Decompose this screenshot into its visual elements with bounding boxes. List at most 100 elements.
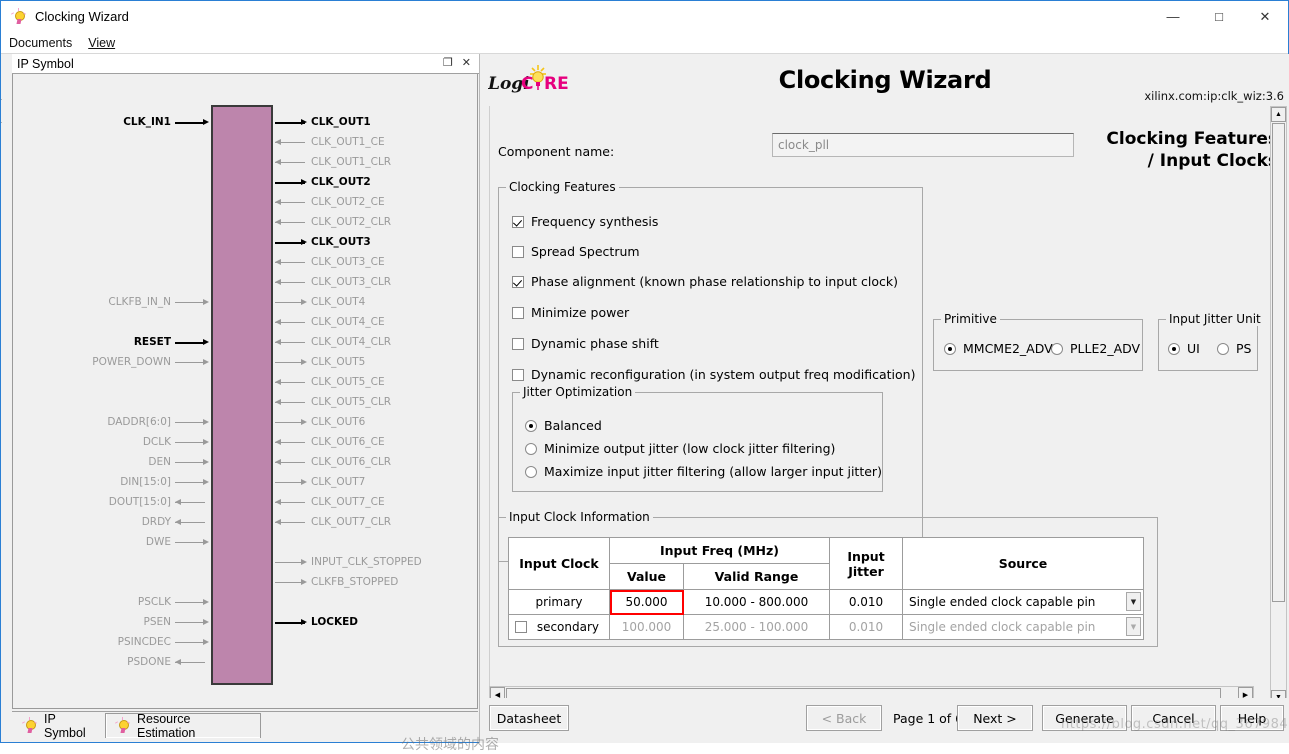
cell-input-freq-value: 100.000 <box>609 614 684 640</box>
checkbox-phase-alignment[interactable]: Phase alignment (known phase relationshi… <box>512 274 898 289</box>
chevron-down-icon[interactable]: ▼ <box>1126 592 1141 611</box>
watermark-cjk: 公共领域的内容 <box>401 736 499 752</box>
cell-source[interactable]: Single ended clock capable pin ▼ <box>902 589 1144 615</box>
close-button[interactable]: ✕ <box>1242 1 1288 32</box>
table-row[interactable]: secondary 100.000 25.000 - 100.000 0.010… <box>508 614 1144 640</box>
back-button[interactable]: < Back <box>806 705 882 731</box>
checkbox-label: Dynamic phase shift <box>531 336 659 351</box>
radio-label: Minimize output jitter (low clock jitter… <box>544 441 836 456</box>
pin-label-clk-out1-clr: CLK_OUT1_CLR <box>311 156 392 168</box>
pin-arrow-icon <box>301 118 307 125</box>
pin-label-input-clk-stopped: INPUT_CLK_STOPPED <box>311 556 422 568</box>
pin-wire <box>175 482 205 483</box>
radio-primitive-plle2[interactable]: PLLE2_ADV <box>1051 341 1140 356</box>
ip-symbol-panel: IP Symbol ❐ ✕ CLK_IN1 CLKFB_IN_N RESET POWE… <box>2 54 479 709</box>
pin-arrow-icon <box>275 278 281 285</box>
vertical-scroll-thumb[interactable] <box>1272 123 1285 602</box>
pin-arrow-icon <box>203 338 209 345</box>
tab-resource-estimation[interactable]: Resource Estimation <box>105 712 261 740</box>
radio-dot <box>944 342 956 355</box>
float-panel-icon[interactable]: ❐ <box>443 58 453 69</box>
pin-wire <box>175 542 205 543</box>
pin-label-clk-out7-ce: CLK_OUT7_CE <box>311 496 385 508</box>
pin-arrow-icon <box>275 198 281 205</box>
radio-label: Maximize input jitter filtering (allow l… <box>544 464 882 479</box>
pin-arrow-icon <box>301 358 307 365</box>
tab-ip-symbol[interactable]: IP Symbol <box>12 712 98 740</box>
table-row[interactable]: primary 50.000 10.000 - 800.000 0.010 Si… <box>508 589 1144 615</box>
next-button[interactable]: Next > <box>957 705 1033 731</box>
pin-arrow-icon <box>203 618 209 625</box>
pin-label-drdy: DRDY <box>141 516 171 528</box>
scroll-up-icon[interactable]: ▲ <box>1271 107 1286 122</box>
checkbox-dynamic-reconfiguration[interactable]: Dynamic reconfiguration (in system outpu… <box>512 367 915 382</box>
checkbox-frequency-synthesis[interactable]: Frequency synthesis <box>512 214 658 229</box>
pin-label-clk-out4: CLK_OUT4 <box>311 296 366 308</box>
input-clock-information-legend: Input Clock Information <box>506 510 653 524</box>
ip-symbol-panel-header: IP Symbol ❐ ✕ <box>12 54 479 74</box>
radio-label: PS <box>1236 341 1252 356</box>
ip-symbol-canvas[interactable]: CLK_IN1 CLKFB_IN_N RESET POWER_DOWN DADDR[6:… <box>12 74 478 709</box>
radio-primitive-mmcme2[interactable]: MMCME2_ADV <box>944 341 1053 356</box>
pin-arrow-icon <box>301 418 307 425</box>
tab-resource-estimation-label: Resource Estimation <box>137 712 196 740</box>
jitter-optimization-group: Jitter Optimization Balanced Minimize ou… <box>512 385 883 492</box>
pin-arrow-icon <box>301 298 307 305</box>
menu-bar: Documents View <box>1 32 1288 54</box>
pin-arrow-icon <box>275 398 281 405</box>
menu-documents[interactable]: Documents <box>1 34 80 52</box>
pin-arrow-icon <box>301 618 307 625</box>
radio-jitter-balanced[interactable]: Balanced <box>525 418 602 433</box>
pin-wire <box>175 462 205 463</box>
pin-arrow-icon <box>275 458 281 465</box>
vertical-scrollbar[interactable]: ▲ ▼ <box>1270 106 1287 706</box>
datasheet-button[interactable]: Datasheet <box>489 705 569 731</box>
pin-label-clkfb-in-n: CLKFB_IN_N <box>108 296 171 308</box>
pin-arrow-icon <box>275 258 281 265</box>
pin-arrow-icon <box>275 338 281 345</box>
checkbox-label: Minimize power <box>531 305 630 320</box>
pin-label-locked: LOCKED <box>311 616 358 628</box>
page-indicator: Page 1 of 6 <box>893 711 964 726</box>
radio-jitter-unit-ps[interactable]: PS <box>1217 341 1251 356</box>
col-header-source: Source <box>902 537 1144 590</box>
pin-label-clk-out2: CLK_OUT2 <box>311 176 371 188</box>
checkbox-minimize-power[interactable]: Minimize power <box>512 305 629 320</box>
checkbox-enable-secondary[interactable] <box>515 621 527 633</box>
radio-dot <box>1051 342 1063 355</box>
checkbox-label: Spread Spectrum <box>531 244 640 259</box>
menu-documents-label: Documents <box>9 35 73 50</box>
menu-view[interactable]: View <box>80 34 123 52</box>
input-clock-table[interactable]: Input Clock Input Freq (MHz) Input Jitte… <box>508 537 1144 640</box>
pin-label-clk-out3-clr: CLK_OUT3_CLR <box>311 276 392 288</box>
cell-input-jitter: 0.010 <box>829 614 903 640</box>
checkbox-box <box>512 215 524 228</box>
radio-label: MMCME2_ADV <box>963 341 1053 356</box>
pin-label-clk-out5-ce: CLK_OUT5_CE <box>311 376 385 388</box>
ip-vlnv-label: xilinx.com:ip:clk_wiz:3.6 <box>1144 89 1284 103</box>
cell-clock-name-secondary[interactable]: secondary <box>508 614 610 640</box>
close-panel-icon[interactable]: ✕ <box>462 58 471 69</box>
pin-arrow-icon <box>301 238 307 245</box>
radio-jitter-unit-ui[interactable]: UI <box>1168 341 1200 356</box>
checkbox-spread-spectrum[interactable]: Spread Spectrum <box>512 244 640 259</box>
checkbox-label: Dynamic reconfiguration (in system outpu… <box>531 367 916 382</box>
pin-arrow-icon <box>203 638 209 645</box>
pin-arrow-icon <box>203 118 209 125</box>
pin-arrow-icon <box>275 518 281 525</box>
pin-label-den: DEN <box>148 456 171 468</box>
radio-jitter-minimize-output[interactable]: Minimize output jitter (low clock jitter… <box>525 441 835 456</box>
minimize-button[interactable]: — <box>1150 1 1196 32</box>
pin-arrow-icon <box>275 378 281 385</box>
col-header-value: Value <box>609 563 684 590</box>
checkbox-dynamic-phase-shift[interactable]: Dynamic phase shift <box>512 336 659 351</box>
pin-wire <box>175 342 205 344</box>
cell-input-freq-value[interactable]: 50.000 <box>609 589 684 615</box>
checkbox-label: Frequency synthesis <box>531 214 659 229</box>
cell-clock-name: primary <box>508 589 610 615</box>
maximize-button[interactable]: □ <box>1196 1 1242 32</box>
pin-arrow-icon <box>275 318 281 325</box>
radio-jitter-maximize-input[interactable]: Maximize input jitter filtering (allow l… <box>525 464 882 479</box>
checkbox-box <box>512 245 524 258</box>
cell-input-jitter[interactable]: 0.010 <box>829 589 903 615</box>
